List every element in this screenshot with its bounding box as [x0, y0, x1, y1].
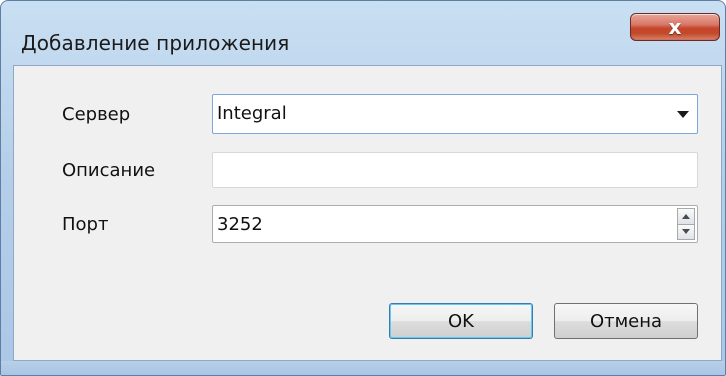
spin-up-icon	[682, 213, 690, 219]
chevron-down-icon[interactable]	[677, 110, 689, 118]
spin-down-icon	[682, 229, 690, 235]
dialog-window: Добавление приложения x Сервер Integral …	[0, 0, 726, 376]
spin-down-button[interactable]	[677, 224, 695, 240]
window-title: Добавление приложения	[21, 31, 290, 55]
close-button[interactable]: x	[630, 13, 720, 41]
spin-up-button[interactable]	[677, 208, 695, 225]
dialog-body: Сервер Integral Описание Порт 3252 OK От…	[13, 65, 722, 361]
port-value: 3252	[217, 213, 263, 235]
ok-button[interactable]: OK	[389, 303, 533, 339]
server-combobox[interactable]: Integral	[212, 94, 698, 134]
port-spinbox[interactable]: 3252	[212, 205, 698, 243]
port-label: Порт	[62, 214, 109, 235]
description-label: Описание	[62, 160, 156, 181]
title-bar[interactable]: Добавление приложения x	[1, 1, 725, 61]
close-icon: x	[668, 15, 682, 39]
cancel-button[interactable]: Отмена	[554, 303, 698, 339]
description-input[interactable]	[212, 152, 698, 188]
server-label: Сервер	[62, 104, 131, 125]
port-spin-buttons	[677, 208, 695, 240]
window-bottom-border	[1, 361, 725, 375]
server-value: Integral	[217, 103, 287, 124]
